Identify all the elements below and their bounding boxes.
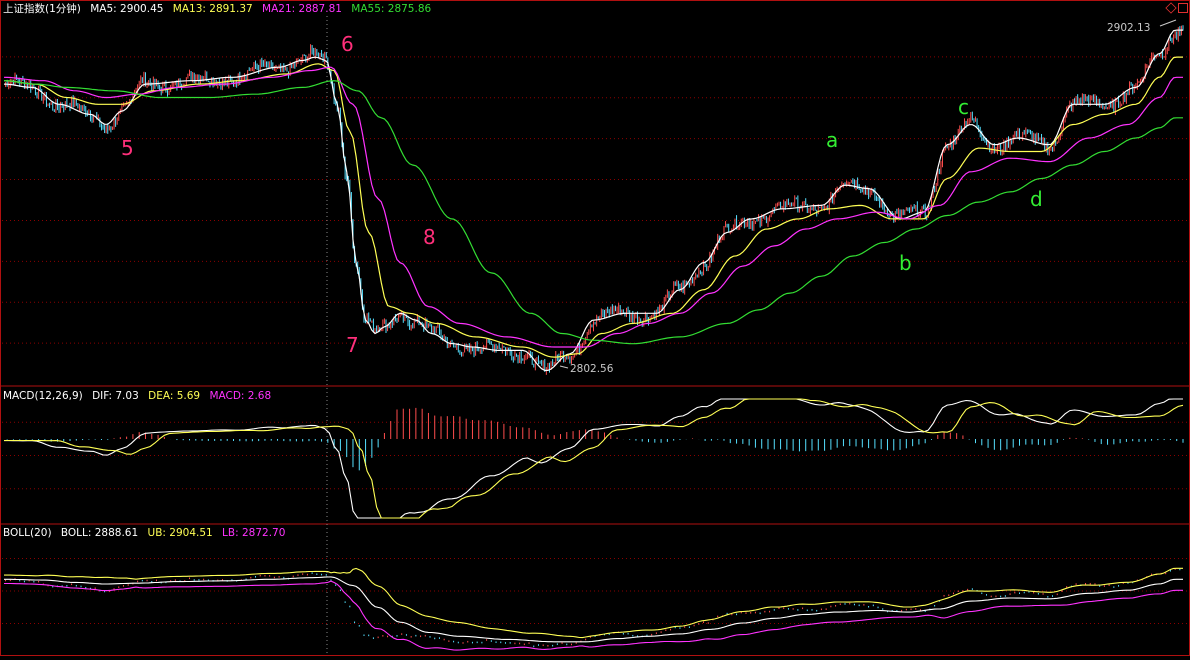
macd-panel-header: MACD(12,26,9) DIF: 7.03 DEA: 5.69 MACD: … xyxy=(3,389,277,403)
boll-title: BOLL(20) xyxy=(3,527,52,539)
wave-label-a: a xyxy=(826,128,839,152)
maximize-icon[interactable] xyxy=(1178,3,1188,13)
low-pointer xyxy=(559,365,569,369)
wave-label-7: 7 xyxy=(346,333,359,357)
high-pointer xyxy=(1159,19,1177,27)
ma-line-ma55 xyxy=(3,80,1183,345)
ub-readout: UB: 2904.51 xyxy=(147,527,213,539)
boll-upper-band xyxy=(4,567,1183,639)
boll-readout: BOLL: 2888.61 xyxy=(60,527,139,539)
wave-label-c: c xyxy=(958,95,969,119)
dif-readout: DIF: 7.03 xyxy=(92,390,139,402)
ma55-readout: MA55: 2875.86 xyxy=(351,3,432,15)
ma13-readout: MA13: 2891.37 xyxy=(172,3,253,15)
main-title: 上证指数(1分钟) xyxy=(3,3,81,15)
frame xyxy=(0,0,1190,656)
chart-stage: 上证指数(1分钟) MA5: 2900.45 MA13: 2891.37 MA2… xyxy=(0,0,1190,656)
dif-line xyxy=(4,398,1183,519)
lb-readout: LB: 2872.70 xyxy=(222,527,286,539)
ma-line-ma13 xyxy=(3,56,1183,358)
low-price-tag: 2802.56 xyxy=(570,363,614,375)
wave-label-8: 8 xyxy=(423,225,436,249)
dea-readout: DEA: 5.69 xyxy=(148,390,201,402)
main-panel-header: 上证指数(1分钟) MA5: 2900.45 MA13: 2891.37 MA2… xyxy=(3,2,437,16)
wave-label-6: 6 xyxy=(341,32,354,56)
wave-label-d: d xyxy=(1030,187,1043,211)
ma-line-ma5 xyxy=(3,29,1183,371)
ma-line-ma21 xyxy=(3,66,1183,348)
ma5-readout: MA5: 2900.45 xyxy=(90,3,164,15)
dea-line xyxy=(4,398,1184,519)
high-price-tag: 2902.13 xyxy=(1107,22,1151,34)
boll-panel-header: BOLL(20) BOLL: 2888.61 UB: 2904.51 LB: 2… xyxy=(3,526,291,540)
macd-title: MACD(12,26,9) xyxy=(3,390,83,402)
wave-label-5: 5 xyxy=(121,136,134,160)
wave-label-b: b xyxy=(899,251,912,275)
stock-chart xyxy=(0,0,1190,656)
ma21-readout: MA21: 2887.81 xyxy=(262,3,342,15)
macd-readout: MACD: 2.68 xyxy=(209,390,272,402)
